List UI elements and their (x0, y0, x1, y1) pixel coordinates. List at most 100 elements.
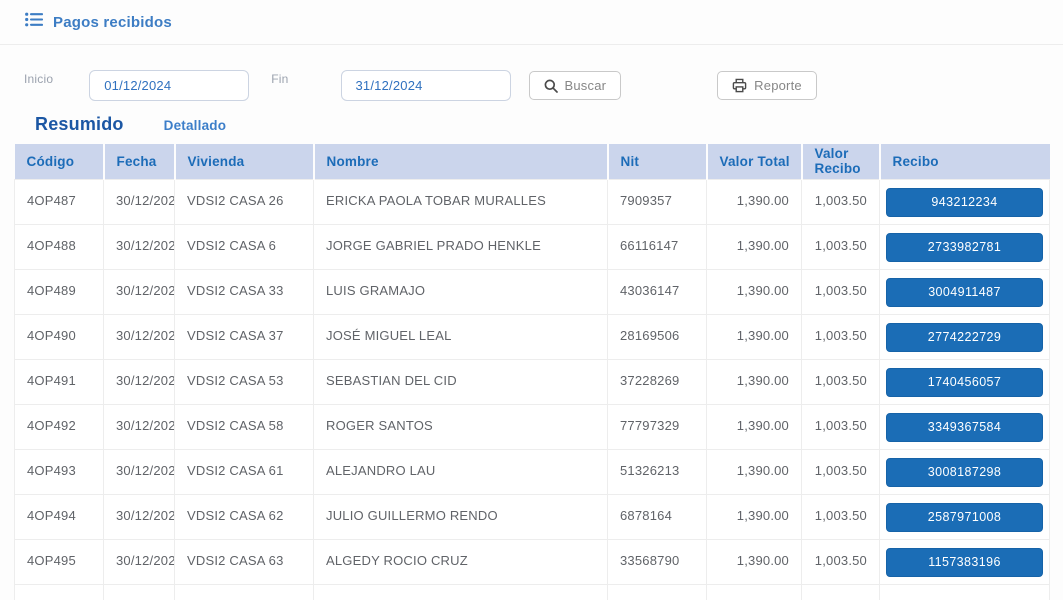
cell-codigo: 4OP494 (15, 494, 104, 539)
recibo-button[interactable]: 2587971008 (886, 503, 1043, 532)
column-header-4: Nit (608, 144, 707, 179)
search-icon (544, 79, 558, 93)
table-row: 4OP48930/12/2024VDSI2 CASA 33LUIS GRAMAJ… (15, 269, 1050, 314)
filter-bar: Inicio Fin Buscar Reporte (0, 45, 1063, 101)
cell-vivienda: VDSI2 CASA 33 (175, 269, 314, 314)
table-row-partial (15, 584, 1050, 600)
cell-recibo: 2774222729 (880, 314, 1050, 359)
cell-valor_recibo: 1,003.50 (802, 539, 880, 584)
cell-fecha: 30/12/2024 (104, 269, 175, 314)
recibo-button[interactable]: 3008187298 (886, 458, 1043, 487)
cell-recibo: 3008187298 (880, 449, 1050, 494)
table-row: 4OP49430/12/2024VDSI2 CASA 62JULIO GUILL… (15, 494, 1050, 539)
recibo-button[interactable]: 2774222729 (886, 323, 1043, 352)
cell-codigo: 4OP491 (15, 359, 104, 404)
cell-empty (880, 584, 1050, 600)
cell-nit: 51326213 (608, 449, 707, 494)
cell-nombre: ROGER SANTOS (314, 404, 608, 449)
column-header-0: Código (15, 144, 104, 179)
tab-detallado[interactable]: Detallado (164, 118, 227, 133)
cell-valor_total: 1,390.00 (707, 179, 802, 224)
cell-nombre: JULIO GUILLERMO RENDO (314, 494, 608, 539)
cell-valor_recibo: 1,003.50 (802, 404, 880, 449)
table-row: 4OP49130/12/2024VDSI2 CASA 53SEBASTIAN D… (15, 359, 1050, 404)
cell-vivienda: VDSI2 CASA 6 (175, 224, 314, 269)
cell-empty (707, 584, 802, 600)
cell-codigo: 4OP493 (15, 449, 104, 494)
cell-codigo: 4OP488 (15, 224, 104, 269)
cell-vivienda: VDSI2 CASA 62 (175, 494, 314, 539)
column-header-5: Valor Total (707, 144, 802, 179)
list-icon (25, 12, 43, 32)
cell-recibo: 2587971008 (880, 494, 1050, 539)
cell-empty (314, 584, 608, 600)
cell-empty (802, 584, 880, 600)
cell-vivienda: VDSI2 CASA 26 (175, 179, 314, 224)
cell-vivienda: VDSI2 CASA 63 (175, 539, 314, 584)
column-header-6: Valor Recibo (802, 144, 880, 179)
cell-valor_recibo: 1,003.50 (802, 269, 880, 314)
recibo-button[interactable]: 3349367584 (886, 413, 1043, 442)
fin-date-input[interactable] (341, 70, 511, 101)
cell-valor_recibo: 1,003.50 (802, 494, 880, 539)
cell-nombre: SEBASTIAN DEL CID (314, 359, 608, 404)
recibo-button[interactable]: 1740456057 (886, 368, 1043, 397)
buscar-button-label: Buscar (565, 78, 607, 93)
column-header-2: Vivienda (175, 144, 314, 179)
recibo-button[interactable]: 943212234 (886, 188, 1043, 217)
payments-table: CódigoFechaViviendaNombreNitValor TotalV… (14, 144, 1050, 600)
cell-fecha: 30/12/2024 (104, 539, 175, 584)
cell-nombre: ALGEDY ROCIO CRUZ (314, 539, 608, 584)
cell-valor_total: 1,390.00 (707, 314, 802, 359)
top-bar: Pagos recibidos (0, 0, 1063, 45)
buscar-button[interactable]: Buscar (529, 71, 622, 100)
view-tabs: Resumido Detallado (0, 114, 1063, 135)
cell-valor_recibo: 1,003.50 (802, 224, 880, 269)
cell-empty (104, 584, 175, 600)
cell-recibo: 1157383196 (880, 539, 1050, 584)
cell-codigo: 4OP490 (15, 314, 104, 359)
inicio-date-input[interactable] (89, 70, 249, 101)
reporte-button[interactable]: Reporte (717, 71, 817, 100)
cell-codigo: 4OP487 (15, 179, 104, 224)
table-row: 4OP49230/12/2024VDSI2 CASA 58ROGER SANTO… (15, 404, 1050, 449)
table-row: 4OP48730/12/2024VDSI2 CASA 26ERICKA PAOL… (15, 179, 1050, 224)
cell-recibo: 3004911487 (880, 269, 1050, 314)
cell-recibo: 2733982781 (880, 224, 1050, 269)
tab-resumido[interactable]: Resumido (35, 114, 124, 135)
cell-nit: 33568790 (608, 539, 707, 584)
cell-codigo: 4OP495 (15, 539, 104, 584)
cell-fecha: 30/12/2024 (104, 224, 175, 269)
cell-valor_total: 1,390.00 (707, 404, 802, 449)
cell-valor_total: 1,390.00 (707, 494, 802, 539)
cell-fecha: 30/12/2024 (104, 179, 175, 224)
cell-valor_recibo: 1,003.50 (802, 359, 880, 404)
cell-nit: 66116147 (608, 224, 707, 269)
cell-nit: 77797329 (608, 404, 707, 449)
cell-fecha: 30/12/2024 (104, 449, 175, 494)
cell-valor_total: 1,390.00 (707, 359, 802, 404)
table-header-row: CódigoFechaViviendaNombreNitValor TotalV… (15, 144, 1050, 179)
cell-nit: 28169506 (608, 314, 707, 359)
cell-nombre: JOSÉ MIGUEL LEAL (314, 314, 608, 359)
recibo-button[interactable]: 2733982781 (886, 233, 1043, 262)
recibo-button[interactable]: 1157383196 (886, 548, 1043, 577)
table-row: 4OP49330/12/2024VDSI2 CASA 61ALEJANDRO L… (15, 449, 1050, 494)
cell-valor_recibo: 1,003.50 (802, 314, 880, 359)
cell-valor_total: 1,390.00 (707, 269, 802, 314)
cell-fecha: 30/12/2024 (104, 314, 175, 359)
cell-recibo: 1740456057 (880, 359, 1050, 404)
cell-valor_total: 1,390.00 (707, 539, 802, 584)
cell-nit: 43036147 (608, 269, 707, 314)
table-row: 4OP49530/12/2024VDSI2 CASA 63ALGEDY ROCI… (15, 539, 1050, 584)
table-row: 4OP49030/12/2024VDSI2 CASA 37JOSÉ MIGUEL… (15, 314, 1050, 359)
table-body: 4OP48730/12/2024VDSI2 CASA 26ERICKA PAOL… (15, 179, 1050, 600)
column-header-3: Nombre (314, 144, 608, 179)
cell-fecha: 30/12/2024 (104, 359, 175, 404)
cell-vivienda: VDSI2 CASA 58 (175, 404, 314, 449)
reporte-button-label: Reporte (754, 78, 802, 93)
cell-valor_total: 1,390.00 (707, 224, 802, 269)
cell-nit: 7909357 (608, 179, 707, 224)
recibo-button[interactable]: 3004911487 (886, 278, 1043, 307)
cell-nombre: ALEJANDRO LAU (314, 449, 608, 494)
